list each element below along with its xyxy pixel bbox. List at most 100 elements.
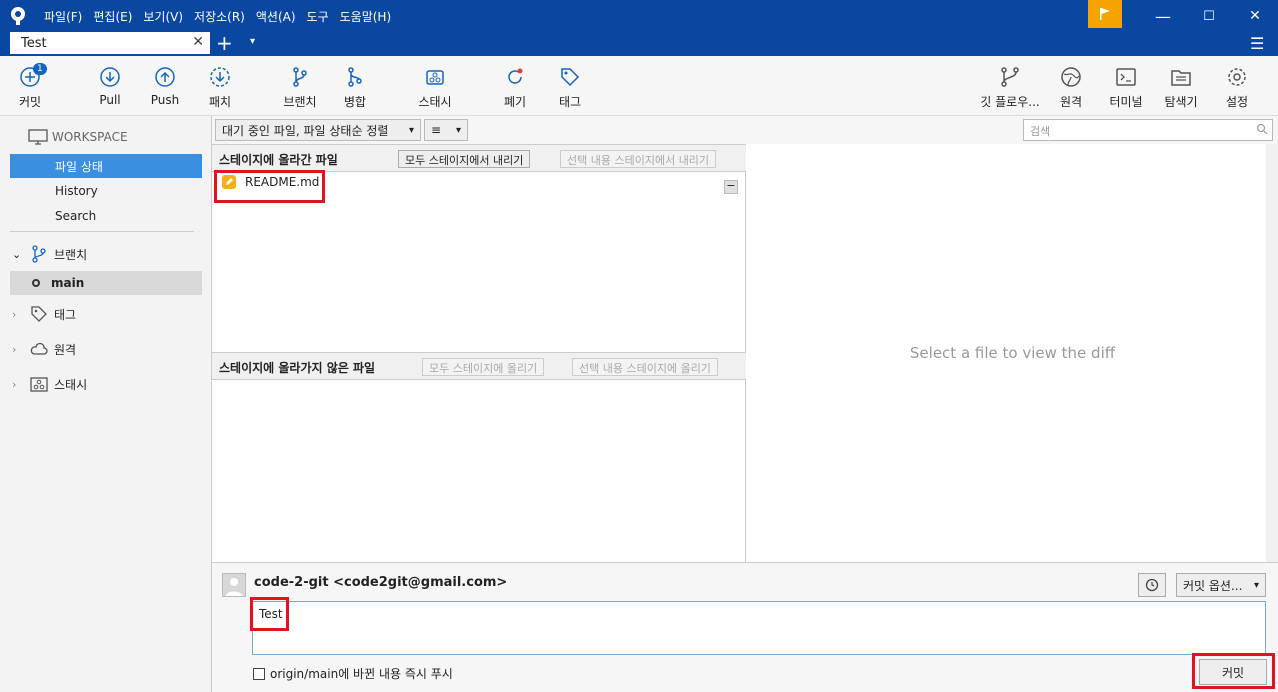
search-placeholder: 검색	[1030, 125, 1051, 138]
merge-icon	[348, 67, 362, 87]
push-arrow-up-icon	[155, 67, 175, 87]
chevron-right-icon: ›	[12, 377, 17, 391]
chevron-down-icon: ▾	[408, 124, 414, 136]
sidebar-section-tags[interactable]: › 태그	[10, 302, 202, 326]
sidebar-item-file-status[interactable]: 파일 상태	[10, 154, 202, 178]
staged-file-name: README.md	[245, 175, 320, 189]
sidebar-item-branch-main[interactable]: main	[10, 271, 202, 295]
commit-button[interactable]: 커밋	[1199, 659, 1267, 685]
stash-button[interactable]: 스태시	[400, 66, 470, 110]
sidebar-section-remotes[interactable]: › 원격	[10, 337, 202, 361]
stash-label: 스태시	[418, 95, 452, 109]
discard-refresh-icon	[508, 68, 523, 84]
sidebar-item-history[interactable]: History	[10, 179, 202, 203]
stashes-label: 스태시	[54, 377, 88, 392]
pull-label: Pull	[99, 93, 121, 107]
title-bar: 파일(F) 편집(E) 보기(V) 저장소(R) 액션(A) 도구 도움말(H)…	[0, 0, 1278, 32]
staged-title: 스테이지에 올라간 파일	[219, 153, 338, 167]
history-label: History	[55, 184, 98, 198]
branch-icon	[293, 67, 307, 87]
push-immediately-checkbox[interactable]: origin/main에 바뀐 내용 즉시 푸시	[253, 665, 453, 682]
unstage-selected-button[interactable]: 선택 내용 스테이지에서 내리기	[560, 150, 717, 168]
settings-button[interactable]: 설정	[1202, 66, 1272, 110]
diff-empty-message: Select a file to view the diff	[909, 344, 1116, 362]
diff-scrollbar[interactable]	[1266, 144, 1278, 562]
tag-label: 태그	[558, 95, 582, 109]
menu-edit[interactable]: 편집(E)	[93, 8, 132, 25]
sidebar-item-search[interactable]: Search	[10, 204, 202, 228]
maximize-button[interactable]: ☐	[1186, 0, 1232, 32]
unstaged-title: 스테이지에 올라가지 않은 파일	[219, 361, 376, 375]
modified-pencil-icon	[222, 175, 236, 189]
tag-button[interactable]: 태그	[535, 66, 605, 110]
commit-message-input[interactable]: Test	[252, 601, 1266, 655]
menu-repository[interactable]: 저장소(R)	[194, 8, 245, 25]
monitor-icon	[28, 129, 48, 145]
patch-label: 패치	[208, 95, 232, 109]
sort-select[interactable]: 대기 중인 파일, 파일 상태순 정렬 ▾	[215, 119, 421, 141]
commit-area: code-2-git <code2git@gmail.com> 커밋 옵션...…	[212, 562, 1278, 692]
gear-icon	[1228, 68, 1246, 86]
unstage-all-button[interactable]: 모두 스테이지에서 내리기	[398, 150, 531, 168]
chevron-down-icon: ⌄	[12, 247, 22, 261]
patch-button[interactable]: 패치	[185, 66, 255, 110]
commit-tool-label: 커밋	[18, 95, 42, 109]
menu-file[interactable]: 파일(F)	[44, 8, 82, 25]
menu-help[interactable]: 도움말(H)	[340, 8, 392, 25]
menu-actions[interactable]: 액션(A)	[256, 8, 296, 25]
push-label: Push	[150, 93, 180, 107]
view-mode-select[interactable]: ≡ ▾	[424, 119, 468, 141]
commit-tool-button[interactable]: 1 커밋	[0, 63, 65, 110]
sidebar: WORKSPACE 파일 상태 History Search ⌄ 브랜치 mai…	[0, 116, 212, 692]
gitflow-button[interactable]: 깃 플로우...	[975, 66, 1045, 110]
file-panes: 스테이지에 올라간 파일 모두 스테이지에서 내리기 선택 내용 스테이지에서 …	[212, 144, 746, 562]
stash-box-icon	[426, 70, 444, 85]
menu-view[interactable]: 보기(V)	[143, 8, 183, 25]
terminal-icon	[1116, 68, 1136, 86]
staged-file-row[interactable]: README.md	[222, 175, 319, 189]
notification-flag-button[interactable]	[1088, 0, 1122, 28]
stage-selected-button[interactable]: 선택 내용 스테이지에 올리기	[572, 358, 718, 376]
folder-icon	[1171, 70, 1191, 86]
chevron-right-icon: ›	[12, 307, 17, 321]
tab-close-icon[interactable]: ✕	[192, 34, 204, 50]
search-input[interactable]: 검색	[1023, 119, 1273, 141]
tag-icon	[31, 306, 47, 322]
commit-options-select[interactable]: 커밋 옵션... ▾	[1176, 573, 1266, 597]
minimize-button[interactable]: —	[1140, 0, 1186, 32]
stage-all-button[interactable]: 모두 스테이지에 올리기	[422, 358, 545, 376]
workspace-header: WORKSPACE	[28, 125, 222, 149]
pull-arrow-down-icon	[100, 67, 120, 87]
branches-label: 브랜치	[54, 247, 88, 262]
sidebar-divider	[10, 231, 194, 232]
push-immediately-label: origin/main에 바뀐 내용 즉시 푸시	[270, 667, 453, 681]
new-tab-button[interactable]: +	[216, 31, 233, 55]
repo-tab[interactable]: Test ✕	[10, 32, 210, 56]
menu-tools[interactable]: 도구	[307, 8, 329, 25]
branch-label: 브랜치	[283, 95, 317, 109]
sourcetree-logo-icon	[11, 7, 25, 25]
stash-box-icon	[30, 377, 48, 392]
unstage-file-minus-icon[interactable]: −	[724, 180, 738, 194]
close-window-button[interactable]: ✕	[1232, 0, 1278, 32]
commit-count-badge: 1	[33, 63, 47, 75]
commit-message-text: Test	[259, 607, 283, 621]
checkbox[interactable]	[253, 667, 265, 680]
sidebar-section-branches[interactable]: ⌄ 브랜치	[10, 242, 202, 266]
staged-header: 스테이지에 올라간 파일 모두 스테이지에서 내리기 선택 내용 스테이지에서 …	[212, 144, 746, 172]
sidebar-section-stashes[interactable]: › 스태시	[10, 372, 202, 396]
commit-author: code-2-git <code2git@gmail.com>	[254, 575, 508, 590]
globe-icon	[1061, 67, 1081, 87]
branch-main-label: main	[51, 276, 85, 290]
commit-history-button[interactable]	[1138, 573, 1166, 597]
merge-label: 병합	[343, 95, 367, 109]
tab-dropdown-icon[interactable]: ▾	[250, 36, 255, 47]
settings-label: 설정	[1225, 95, 1249, 109]
search-label: Search	[55, 209, 97, 223]
cloud-icon	[30, 342, 48, 355]
merge-button[interactable]: 병합	[320, 66, 390, 110]
gitflow-icon	[1001, 67, 1019, 87]
hamburger-menu-icon[interactable]: ☰	[1250, 34, 1264, 53]
menu-bar: 파일(F) 편집(E) 보기(V) 저장소(R) 액션(A) 도구 도움말(H)	[44, 0, 402, 32]
filter-bar: 대기 중인 파일, 파일 상태순 정렬 ▾ ≡ ▾ 검색	[212, 116, 1278, 144]
